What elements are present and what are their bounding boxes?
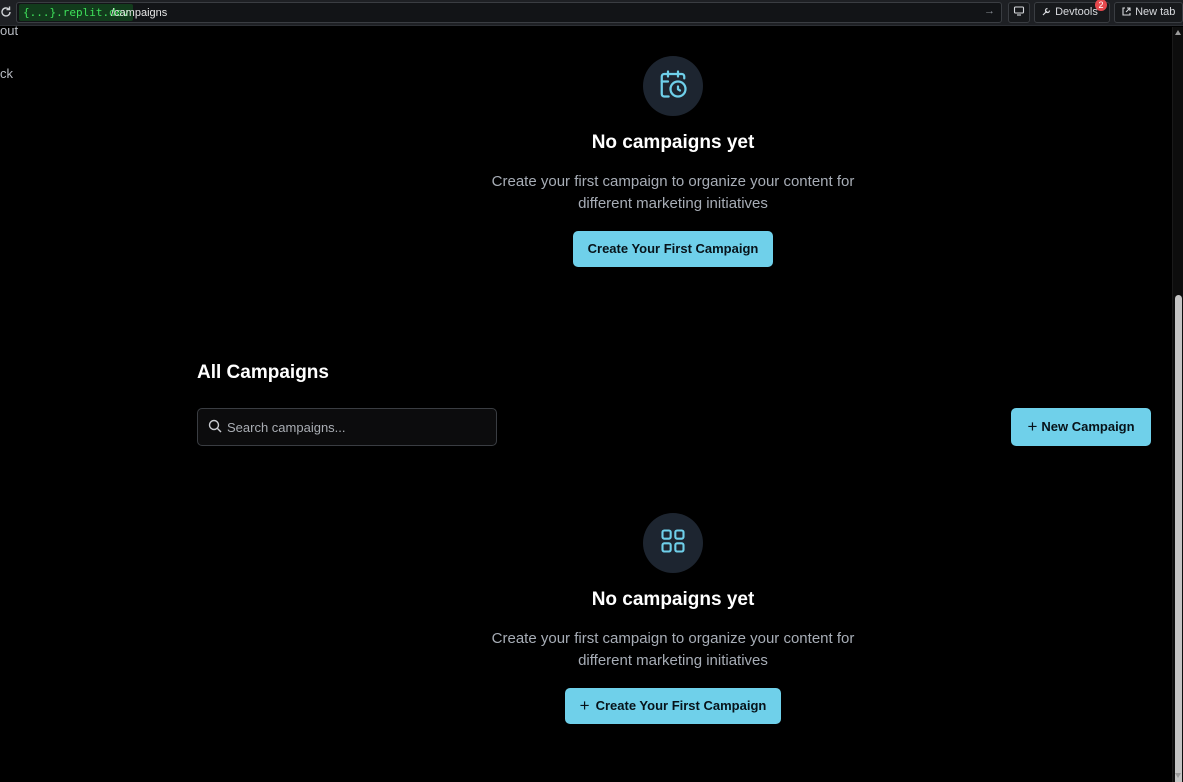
empty-description: Create your first campaign to organize y… xyxy=(460,171,886,215)
plus-icon: + xyxy=(579,696,590,715)
scroll-up-arrow-icon[interactable] xyxy=(1175,30,1181,35)
new-campaign-button[interactable]: + New Campaign xyxy=(1011,408,1151,446)
search-icon xyxy=(208,419,222,438)
empty-description-line-2: different marketing initiatives xyxy=(578,195,768,212)
empty-state-bottom: No campaigns yet Create your first campa… xyxy=(460,513,886,724)
devtools-label: Devtools xyxy=(1055,6,1098,18)
search-field[interactable] xyxy=(197,408,497,446)
plus-icon: + xyxy=(1027,417,1038,436)
screen-button[interactable] xyxy=(1008,2,1030,23)
sidebar-item-fragment[interactable]: ck xyxy=(0,66,13,81)
search-input[interactable] xyxy=(227,417,487,437)
devtools-badge: 2 xyxy=(1095,0,1107,11)
go-arrow-icon[interactable]: → xyxy=(984,5,995,17)
sidebar-item-fragment[interactable]: out xyxy=(0,23,18,38)
create-first-campaign-label: Create Your First Campaign xyxy=(595,698,767,713)
empty-icon-circle xyxy=(643,513,703,573)
empty-state-top: No campaigns yet Create your first campa… xyxy=(460,56,886,267)
new-tab-button[interactable]: New tab xyxy=(1114,2,1183,23)
create-first-campaign-button[interactable]: Create Your First Campaign xyxy=(572,231,774,267)
empty-description-line-2: different marketing initiatives xyxy=(578,652,768,669)
empty-icon-circle xyxy=(643,56,703,116)
new-campaign-label: New Campaign xyxy=(1041,419,1135,434)
wrench-icon xyxy=(1041,6,1055,18)
create-first-campaign-label: Create Your First Campaign xyxy=(587,241,759,256)
vertical-scrollbar[interactable] xyxy=(1172,27,1183,782)
scroll-down-arrow-icon[interactable] xyxy=(1175,773,1181,778)
empty-description-line-1: Create your first campaign to organize y… xyxy=(491,173,855,190)
url-bar[interactable]: {...}.replit.dev /campaigns → xyxy=(16,2,1002,23)
empty-description: Create your first campaign to organize y… xyxy=(460,628,886,672)
browser-toolbar: {...}.replit.dev /campaigns → Devtools 2… xyxy=(0,0,1183,26)
grid-icon xyxy=(659,527,687,560)
reload-icon[interactable] xyxy=(0,5,12,19)
page-title: All Campaigns xyxy=(197,362,329,383)
empty-title: No campaigns yet xyxy=(591,132,755,153)
monitor-icon xyxy=(1013,6,1025,18)
empty-description-line-1: Create your first campaign to organize y… xyxy=(491,630,855,647)
empty-title: No campaigns yet xyxy=(591,589,755,610)
devtools-button[interactable]: Devtools 2 xyxy=(1034,0,1110,23)
url-path: /campaigns xyxy=(111,7,168,19)
create-first-campaign-button[interactable]: + Create Your First Campaign xyxy=(564,688,782,724)
scrollbar-thumb[interactable] xyxy=(1175,295,1182,782)
calendar-clock-icon xyxy=(658,69,688,104)
external-link-icon xyxy=(1121,6,1135,18)
new-tab-label: New tab xyxy=(1135,6,1176,18)
